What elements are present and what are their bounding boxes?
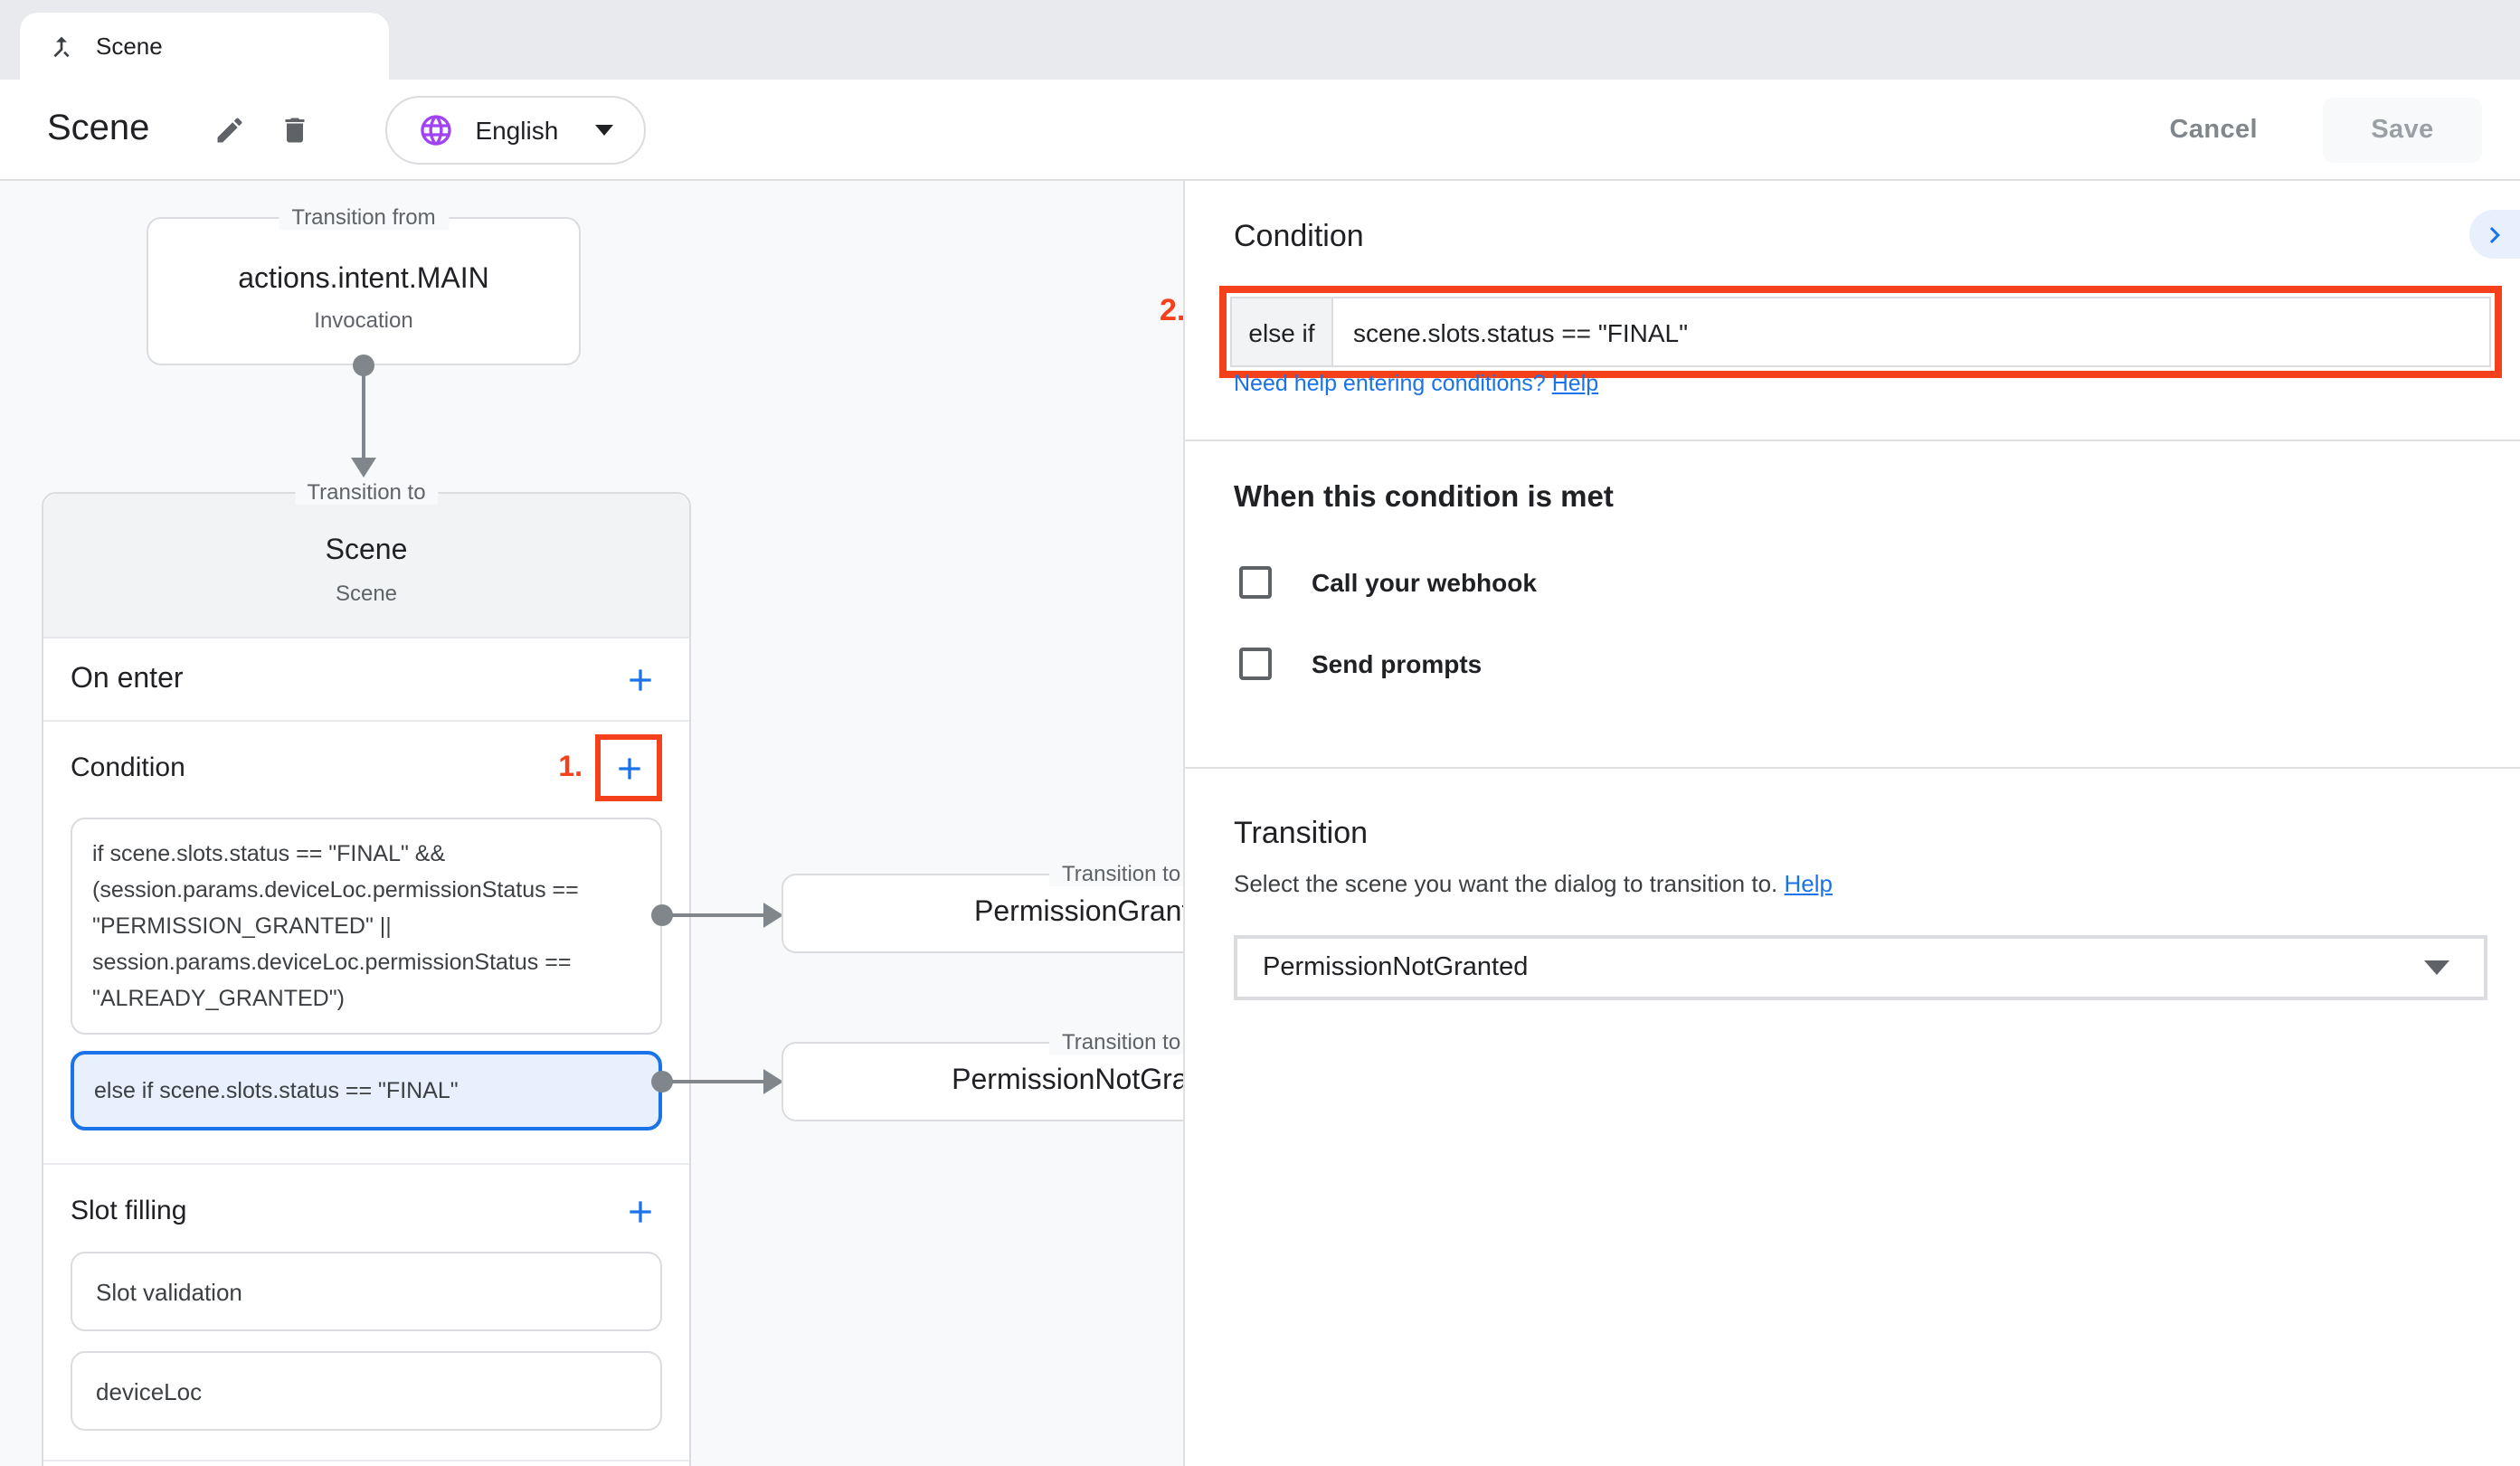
- selected-scene: PermissionNotGranted: [1263, 953, 1528, 982]
- condition-label: Condition: [71, 752, 185, 783]
- transition-to-legend: Transition to: [1049, 861, 1183, 886]
- connector-line: [362, 365, 365, 459]
- webhook-option-row: Call your webhook: [1239, 566, 1537, 599]
- delete-button[interactable]: [272, 108, 316, 151]
- arrow-right-icon: [763, 1069, 783, 1094]
- tab-bar: Scene: [0, 0, 2520, 80]
- collapse-panel-button[interactable]: [2469, 210, 2520, 259]
- condition-expression-input[interactable]: scene.slots.status == "FINAL": [1333, 298, 2489, 365]
- tab-scene[interactable]: Scene: [20, 13, 389, 80]
- transition-from-node[interactable]: Transition from actions.intent.MAIN Invo…: [147, 217, 581, 365]
- prompts-option-row: Send prompts: [1239, 648, 1482, 680]
- scene-card-header[interactable]: Scene Scene: [43, 494, 689, 638]
- annotation-2: 2.: [1160, 293, 1185, 329]
- connector-line: [662, 1080, 767, 1083]
- condition-if-box[interactable]: if scene.slots.status == "FINAL" && (ses…: [71, 818, 662, 1035]
- add-condition-button[interactable]: [607, 746, 650, 790]
- scene-flow-canvas: Transition from actions.intent.MAIN Invo…: [0, 181, 1183, 1466]
- annotation-1-highlight: [595, 734, 662, 801]
- save-button[interactable]: Save: [2323, 97, 2482, 162]
- call-webhook-checkbox[interactable]: [1239, 566, 1272, 599]
- slot-filling-label: Slot filling: [71, 1196, 186, 1226]
- globe-icon: [417, 111, 453, 147]
- send-prompts-checkbox[interactable]: [1239, 648, 1272, 680]
- chevron-right-icon: [2478, 218, 2511, 251]
- transition-target-permission-not-granted[interactable]: Transition to PermissionNotGranted: [782, 1042, 1183, 1121]
- scene-card-legend: Transition to: [294, 479, 438, 505]
- language-selector[interactable]: English: [384, 95, 645, 164]
- arrow-down-icon: [351, 458, 376, 478]
- slot-filling-section: Slot filling Slot validation deviceLoc: [43, 1165, 689, 1461]
- panel-condition-heading: Condition: [1234, 219, 1364, 255]
- scene-name: Scene: [43, 494, 689, 568]
- annotation-1: 1.: [558, 752, 583, 784]
- target-scene-name: PermissionGranted: [974, 897, 1183, 930]
- scene-type: Scene: [43, 581, 689, 606]
- add-slot-button[interactable]: [619, 1189, 662, 1233]
- intent-type: Invocation: [148, 307, 579, 333]
- cancel-button[interactable]: Cancel: [2170, 115, 2259, 144]
- divider: [1185, 440, 2520, 441]
- language-label: English: [475, 115, 558, 144]
- content-area: Transition from actions.intent.MAIN Invo…: [0, 181, 2520, 1466]
- help-text: Need help entering conditions?: [1234, 371, 1546, 396]
- condition-section: Condition 1. if scene.slots.status == "F…: [43, 722, 689, 1165]
- chevron-down-icon: [594, 124, 612, 135]
- send-prompts-label: Send prompts: [1312, 649, 1482, 678]
- transition-heading: Transition: [1234, 816, 1368, 852]
- pencil-icon: [213, 113, 245, 146]
- condition-help-line: Need help entering conditions? Help: [1234, 371, 1598, 396]
- edit-button[interactable]: [207, 108, 251, 151]
- page-title: Scene: [47, 109, 149, 150]
- condition-edit-panel: Condition 2. else if scene.slots.status …: [1183, 181, 2520, 1466]
- slot-item[interactable]: Slot validation: [71, 1252, 662, 1331]
- connector-line: [662, 913, 767, 917]
- plus-icon: [611, 750, 647, 786]
- transition-subtitle-text: Select the scene you want the dialog to …: [1234, 870, 1777, 897]
- transition-to-legend: Transition to: [1049, 1029, 1183, 1055]
- arrow-right-icon: [763, 903, 783, 928]
- transition-subtitle: Select the scene you want the dialog to …: [1234, 870, 1833, 897]
- plus-icon: [622, 1193, 658, 1229]
- slot-item[interactable]: deviceLoc: [71, 1351, 662, 1431]
- transition-scene-select[interactable]: PermissionNotGranted: [1234, 935, 2487, 1000]
- condition-field: else if scene.slots.status == "FINAL": [1230, 297, 2491, 367]
- on-enter-section: On enter: [43, 638, 689, 722]
- intent-name: actions.intent.MAIN: [148, 264, 579, 297]
- transition-help-link[interactable]: Help: [1785, 870, 1833, 897]
- app-window: Scene Scene English Cancel Save Transiti…: [0, 0, 2520, 1466]
- scene-card: Transition to Scene Scene On enter Condi…: [42, 492, 691, 1466]
- help-link[interactable]: Help: [1552, 371, 1598, 396]
- divider: [1185, 767, 2520, 769]
- on-enter-label: On enter: [71, 638, 184, 720]
- when-met-heading: When this condition is met: [1234, 481, 1614, 515]
- trash-icon: [278, 113, 310, 146]
- annotation-2-highlight: else if scene.slots.status == "FINAL": [1219, 286, 2502, 378]
- transition-target-permission-granted[interactable]: Transition to PermissionGranted: [782, 874, 1183, 953]
- transition-from-legend: Transition from: [279, 204, 448, 230]
- plus-icon: [622, 661, 658, 697]
- condition-prefix: else if: [1232, 298, 1333, 365]
- page-header: Scene English Cancel Save: [0, 80, 2520, 181]
- add-on-enter-button[interactable]: [619, 657, 662, 701]
- dropdown-caret-icon: [2424, 960, 2449, 975]
- merge-arrow-icon: [47, 32, 76, 61]
- condition-elseif-box[interactable]: else if scene.slots.status == "FINAL": [71, 1051, 662, 1130]
- target-scene-name: PermissionNotGranted: [952, 1065, 1183, 1098]
- call-webhook-label: Call your webhook: [1312, 568, 1537, 597]
- tab-label: Scene: [96, 33, 163, 60]
